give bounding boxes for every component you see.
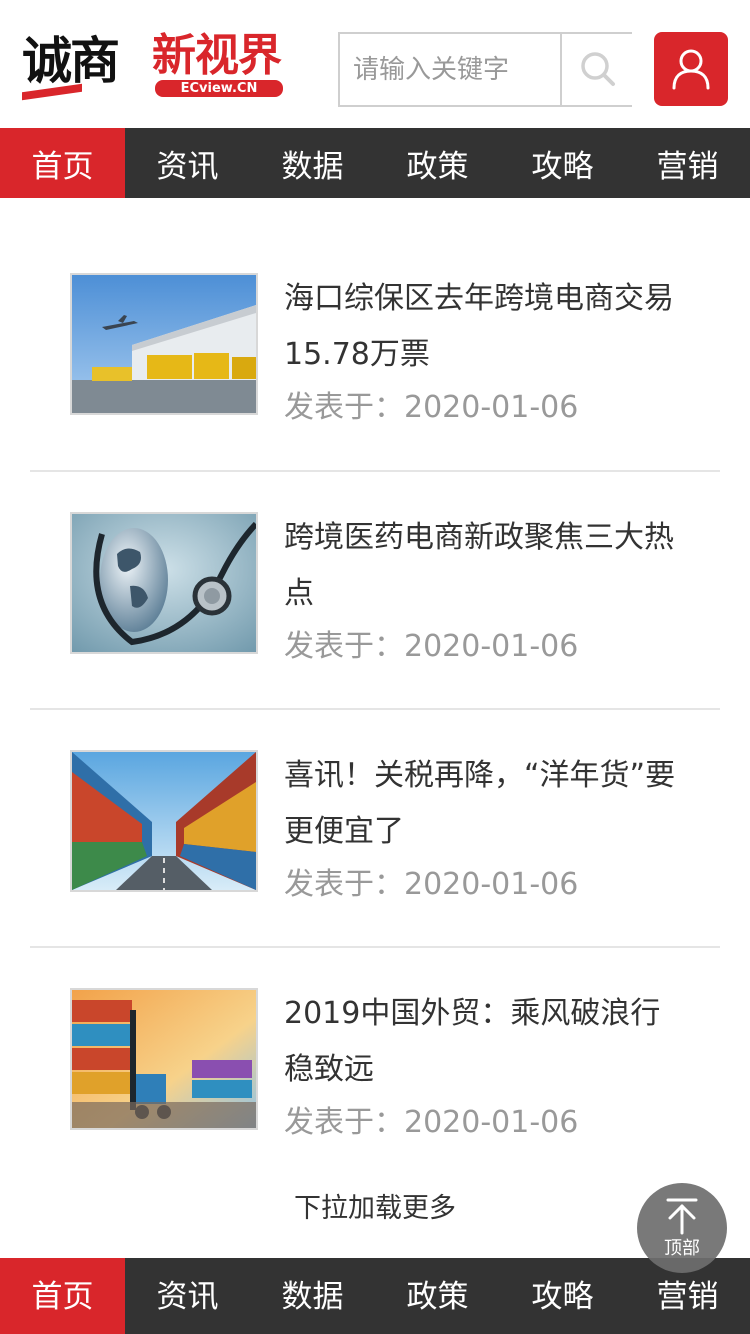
nav-item-data[interactable]: 数据 — [250, 1258, 375, 1334]
article-title[interactable]: 2019中国外贸：乘风破浪行稳致远 — [284, 986, 684, 1098]
date-prefix: 发表于： — [284, 629, 404, 664]
nav-item-home[interactable]: 首页 — [0, 1258, 125, 1334]
nav-item-news[interactable]: 资讯 — [125, 1258, 250, 1334]
article-date: 发表于：2020-01-06 — [284, 865, 578, 905]
back-to-top-label: 顶部 — [664, 1238, 700, 1259]
nav-item-news[interactable]: 资讯 — [125, 128, 250, 198]
site-logo[interactable]: 诚商 新视界 ECview.CN — [22, 30, 284, 101]
container-road-image — [72, 752, 256, 890]
date-value: 2020-01-06 — [404, 867, 579, 902]
logo-badge: ECview.CN — [155, 80, 283, 97]
bottom-nav: 首页 资讯 数据 政策 攻略 营销 — [0, 1258, 750, 1334]
warehouse-airplane-image — [72, 275, 256, 413]
article-thumbnail[interactable] — [70, 750, 258, 892]
arrow-up-icon — [666, 1198, 698, 1235]
back-to-top-button[interactable]: 顶部 — [637, 1183, 727, 1273]
date-value: 2020-01-06 — [404, 390, 579, 425]
article-date: 发表于：2020-01-06 — [284, 627, 578, 667]
search-icon — [581, 52, 615, 86]
article-thumbnail[interactable] — [70, 512, 258, 654]
search-box — [338, 32, 632, 107]
search-input[interactable] — [340, 34, 560, 105]
nav-item-marketing[interactable]: 营销 — [625, 128, 750, 198]
date-prefix: 发表于： — [284, 390, 404, 425]
article-item[interactable]: 跨境医药电商新政聚焦三大热点 发表于：2020-01-06 — [30, 472, 720, 710]
article-title[interactable]: 喜讯！关税再降，“洋年货”要更便宜了 — [284, 748, 684, 860]
article-item[interactable]: 2019中国外贸：乘风破浪行稳致远 发表于：2020-01-06 — [30, 948, 720, 1186]
date-value: 2020-01-06 — [404, 629, 579, 664]
article-item[interactable]: 海口综保区去年跨境电商交易15.78万票 发表于：2020-01-06 — [30, 198, 720, 472]
date-value: 2020-01-06 — [404, 1105, 579, 1140]
user-account-button[interactable] — [654, 32, 728, 106]
article-thumbnail[interactable] — [70, 988, 258, 1130]
date-prefix: 发表于： — [284, 867, 404, 902]
logo-red-text: 新视界 — [152, 30, 282, 81]
article-list: 海口综保区去年跨境电商交易15.78万票 发表于：2020-01-06 跨境医药… — [30, 198, 720, 1186]
logo-main-text: 诚商 — [22, 32, 120, 90]
nav-item-data[interactable]: 数据 — [250, 128, 375, 198]
article-title[interactable]: 跨境医药电商新政聚焦三大热点 — [284, 510, 684, 622]
nav-item-policy[interactable]: 政策 — [375, 1258, 500, 1334]
nav-item-guide[interactable]: 攻略 — [500, 128, 625, 198]
article-title[interactable]: 海口综保区去年跨境电商交易15.78万票 — [284, 271, 684, 383]
user-icon — [672, 49, 710, 90]
nav-item-home[interactable]: 首页 — [0, 128, 125, 198]
article-date: 发表于：2020-01-06 — [284, 1103, 578, 1143]
article-item[interactable]: 喜讯！关税再降，“洋年货”要更便宜了 发表于：2020-01-06 — [30, 710, 720, 948]
container-forklift-image — [72, 990, 256, 1128]
search-button[interactable] — [560, 34, 632, 105]
globe-stethoscope-image — [72, 514, 256, 652]
article-date: 发表于：2020-01-06 — [284, 388, 578, 428]
top-nav: 首页 资讯 数据 政策 攻略 营销 — [0, 128, 750, 198]
article-thumbnail[interactable] — [70, 273, 258, 415]
nav-item-guide[interactable]: 攻略 — [500, 1258, 625, 1334]
date-prefix: 发表于： — [284, 1105, 404, 1140]
header: 诚商 新视界 ECview.CN — [0, 0, 750, 128]
nav-item-policy[interactable]: 政策 — [375, 128, 500, 198]
